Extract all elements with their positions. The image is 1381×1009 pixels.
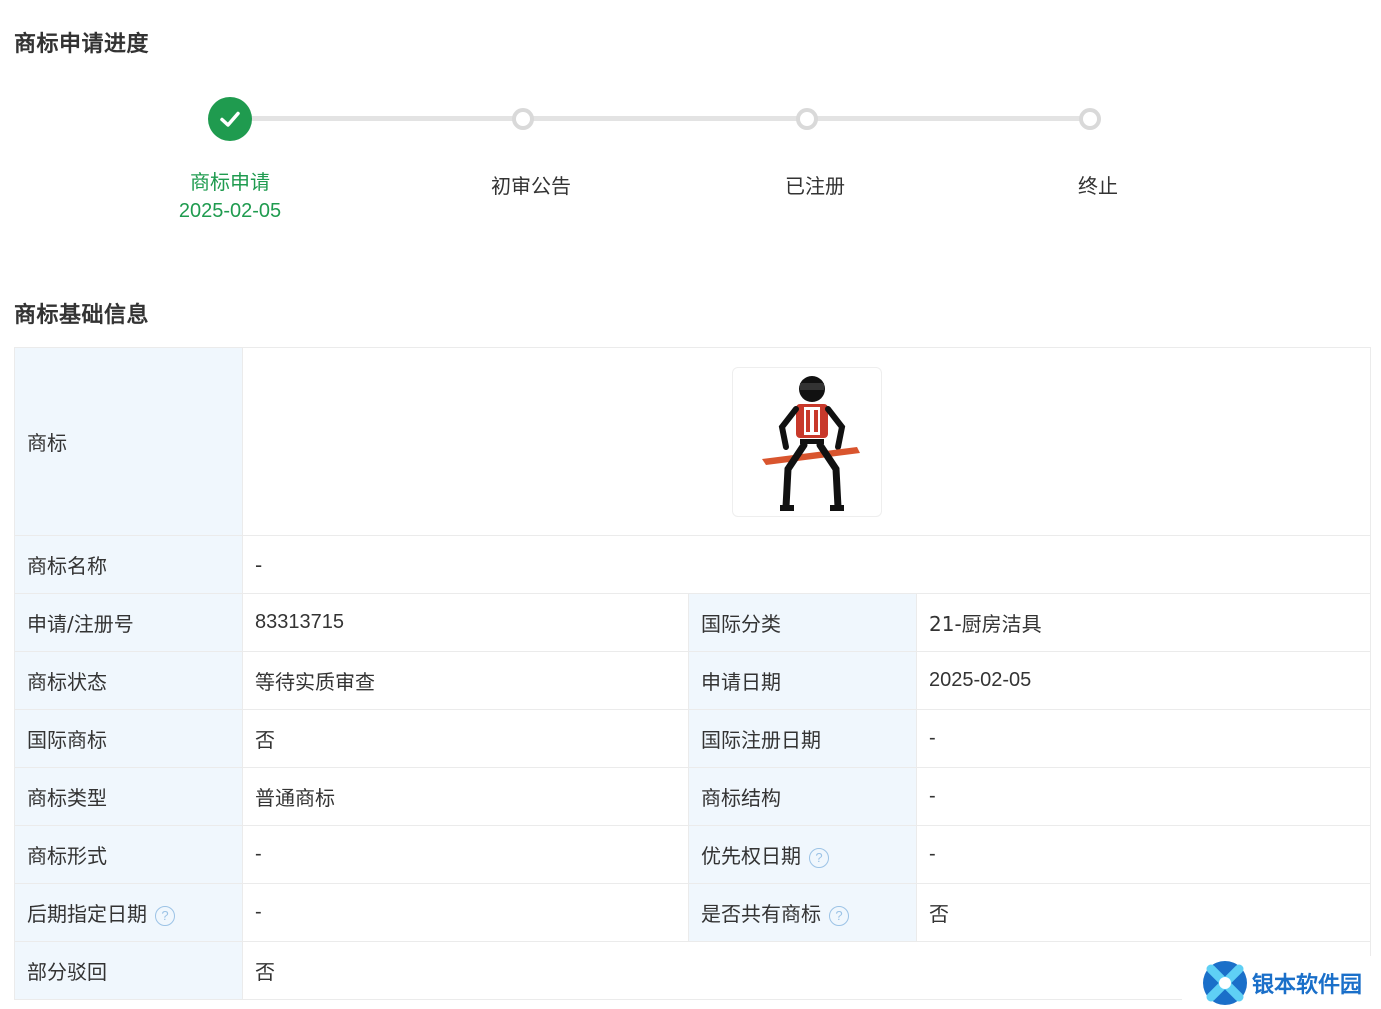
step-4-dot <box>1079 108 1101 130</box>
field-label-text: 申请/注册号 <box>27 612 134 636</box>
watermark-text: 银本软件园 <box>1252 972 1363 998</box>
field-value-text: 否 <box>255 728 275 752</box>
field-value-text: 普通商标 <box>255 786 335 810</box>
step-1-date: 2025-02-05 <box>178 200 282 222</box>
field-value: 21-厨房洁具 <box>915 593 1372 652</box>
field-label: 国际商标 <box>14 709 243 768</box>
step-1-check-icon <box>208 97 252 141</box>
step-4-label: 终止 <box>1078 174 1118 198</box>
field-value-text: - <box>929 785 936 807</box>
field-label: 优先权日期? <box>688 825 917 884</box>
field-value: 普通商标 <box>242 767 689 826</box>
help-question-icon[interactable]: ? <box>809 848 829 868</box>
field-label: 后期指定日期? <box>14 883 243 942</box>
field-label-text: 优先权日期 <box>701 844 801 868</box>
info-row: 申请/注册号 83313715 国际分类 21-厨房洁具 <box>14 593 1372 652</box>
field-label: 申请日期 <box>688 651 917 710</box>
brand-logo-icon <box>1203 960 1247 1005</box>
info-row: 后期指定日期? - 是否共有商标? 否 <box>14 883 1372 942</box>
field-label-text: 国际注册日期 <box>701 728 821 752</box>
step-1-label: 商标申请 <box>190 170 270 194</box>
field-label-text: 申请日期 <box>701 670 781 694</box>
field-label: 商标状态 <box>14 651 243 710</box>
field-value: 2025-02-05 <box>915 651 1372 710</box>
field-label: 商标形式 <box>14 825 243 884</box>
field-label-text: 国际分类 <box>701 612 781 636</box>
field-label-text: 商标状态 <box>27 670 107 694</box>
partial-reject-value-text: 否 <box>255 960 275 984</box>
field-value: - <box>242 883 689 942</box>
field-value-text: - <box>255 843 262 865</box>
field-value-text: - <box>929 727 936 749</box>
step-3-dot <box>796 108 818 130</box>
logo-label: 商标 <box>14 347 243 536</box>
info-row: 商标状态 等待实质审查 申请日期 2025-02-05 <box>14 651 1372 710</box>
help-question-icon[interactable]: ? <box>829 906 849 926</box>
partial-reject-row: 部分驳回 否 <box>14 941 1372 1000</box>
info-row: 商标类型 普通商标 商标结构 - <box>14 767 1372 826</box>
trademark-figure-icon <box>761 376 860 511</box>
logo-row: 商标 <box>14 347 1372 536</box>
field-value-text: - <box>255 901 262 923</box>
field-value: - <box>242 825 689 884</box>
field-label-text: 商标形式 <box>27 844 107 868</box>
progress-steps: 商标申请 2025-02-05 初审公告 已注册 终止 <box>0 96 1381 236</box>
field-label-text: 是否共有商标 <box>701 902 821 926</box>
progress-section-title: 商标申请进度 <box>14 32 150 57</box>
field-value: 否 <box>915 883 1372 942</box>
partial-reject-label: 部分驳回 <box>14 941 243 1000</box>
field-label: 国际注册日期 <box>688 709 917 768</box>
field-label-text: 商标结构 <box>701 786 781 810</box>
partial-reject-label-text: 部分驳回 <box>27 960 107 984</box>
help-question-icon[interactable]: ? <box>155 906 175 926</box>
field-label: 国际分类 <box>688 593 917 652</box>
basic-info-section-title: 商标基础信息 <box>14 303 150 328</box>
info-row: 商标形式 - 优先权日期? - <box>14 825 1372 884</box>
field-value-text: 83313715 <box>255 611 344 633</box>
field-value: 83313715 <box>242 593 689 652</box>
step-2-dot <box>512 108 534 130</box>
basic-info-table: 商标 商标名称 - 申请/注册号 83313715 国际分类 21-厨房洁具 商… <box>14 347 1372 1000</box>
field-label: 商标类型 <box>14 767 243 826</box>
field-label-text: 商标类型 <box>27 786 107 810</box>
field-value: - <box>915 767 1372 826</box>
field-label: 是否共有商标? <box>688 883 917 942</box>
name-label: 商标名称 <box>14 535 243 594</box>
field-label: 商标结构 <box>688 767 917 826</box>
name-row: 商标名称 - <box>14 535 1372 594</box>
field-label: 申请/注册号 <box>14 593 243 652</box>
field-value-text: 否 <box>929 902 949 926</box>
trademark-logo-image[interactable] <box>731 366 882 517</box>
progress-track <box>250 116 1090 121</box>
info-row: 国际商标 否 国际注册日期 - <box>14 709 1372 768</box>
field-label-text: 后期指定日期 <box>27 902 147 926</box>
field-value: 否 <box>242 709 689 768</box>
field-value-text: - <box>929 843 936 865</box>
field-value-text: 21-厨房洁具 <box>929 612 1042 636</box>
field-value: - <box>915 825 1372 884</box>
field-value: - <box>915 709 1372 768</box>
field-value-text: 等待实质审查 <box>255 670 375 694</box>
field-value-text: 2025-02-05 <box>929 669 1032 691</box>
name-value: - <box>241 535 1372 594</box>
step-2-label: 初审公告 <box>491 174 571 198</box>
field-value: 等待实质审查 <box>242 651 689 710</box>
step-3-label: 已注册 <box>785 174 845 198</box>
field-label-text: 国际商标 <box>27 728 107 752</box>
watermark: 银本软件园 <box>1182 956 1381 1009</box>
logo-cell <box>241 347 1372 536</box>
